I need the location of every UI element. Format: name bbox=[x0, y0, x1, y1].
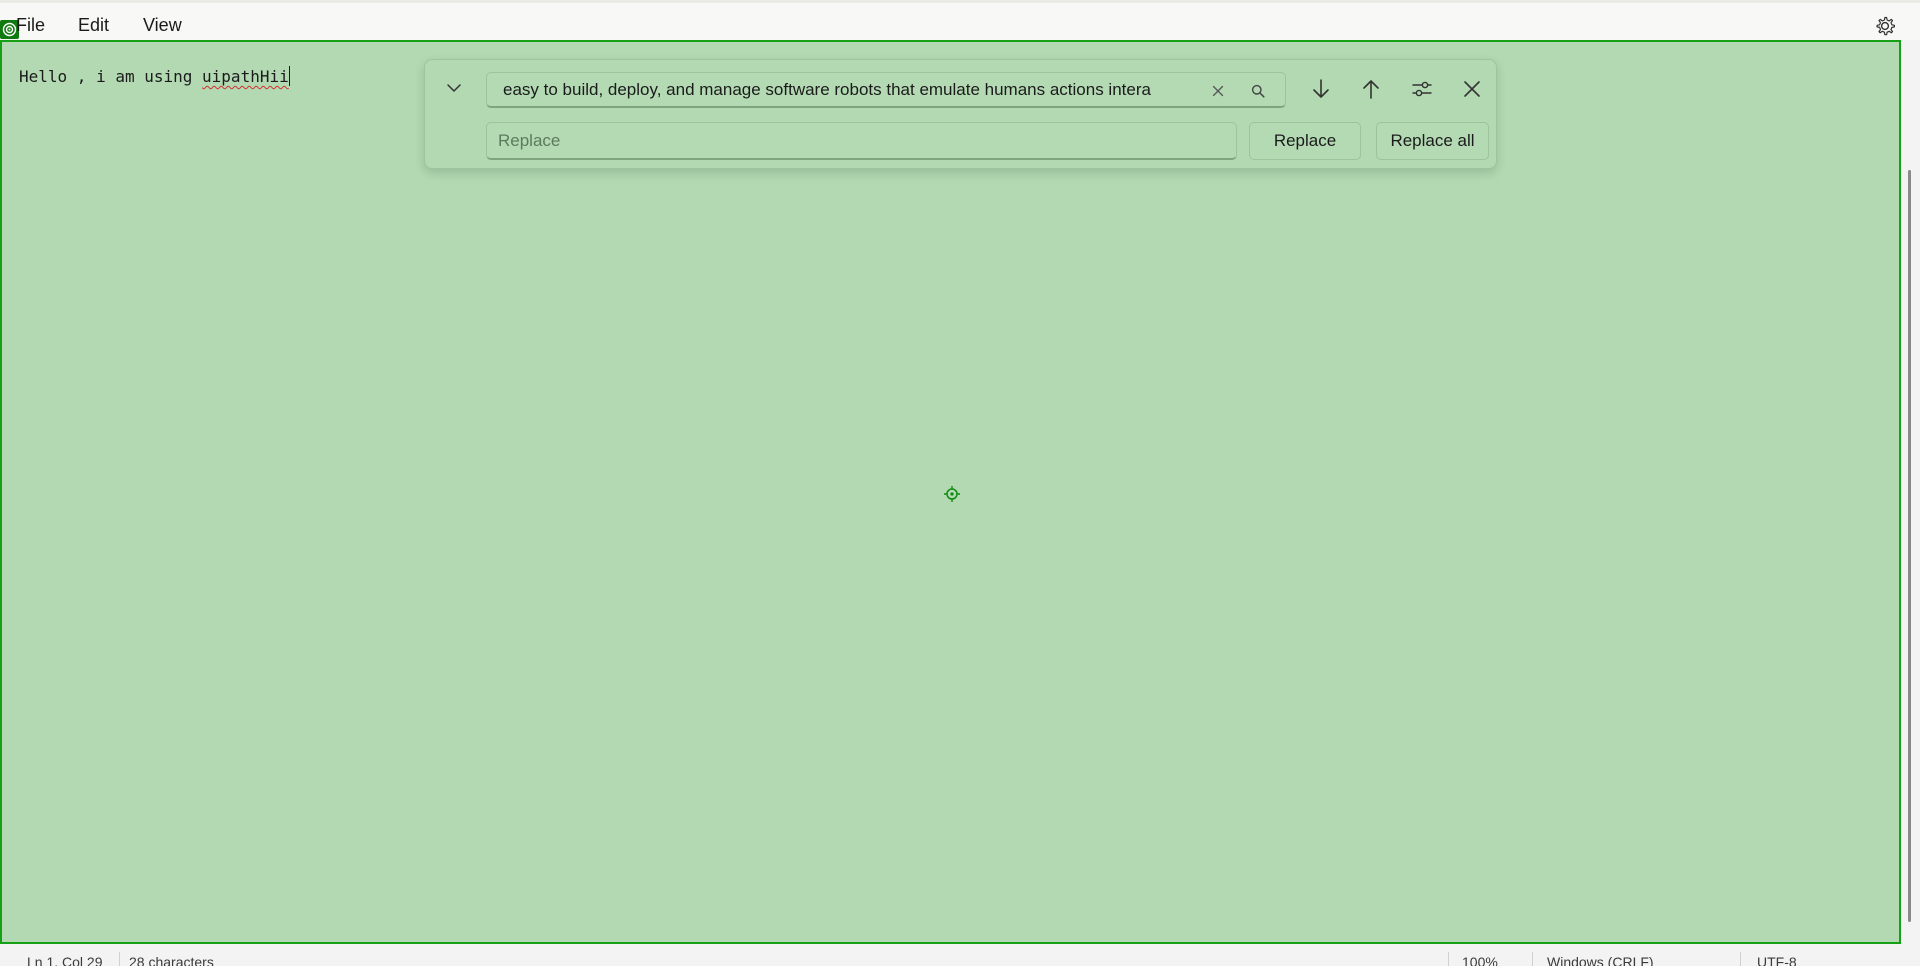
menu-edit[interactable]: Edit bbox=[78, 15, 109, 36]
replace-button[interactable]: Replace bbox=[1249, 122, 1361, 160]
line-ending[interactable]: Windows (CRLF) bbox=[1547, 954, 1654, 966]
status-divider bbox=[1448, 952, 1449, 966]
chevron-down-icon[interactable] bbox=[439, 73, 469, 103]
sliders-icon[interactable] bbox=[1405, 73, 1439, 105]
close-icon[interactable] bbox=[1208, 81, 1228, 101]
find-input[interactable]: easy to build, deploy, and manage softwa… bbox=[486, 72, 1286, 108]
status-bar: Ln 1, Col 29 28 characters 100% Windows … bbox=[0, 944, 1920, 966]
text-caret bbox=[288, 66, 290, 86]
replace-input[interactable]: Replace bbox=[486, 122, 1237, 160]
menu-bar: File Edit View bbox=[0, 3, 1920, 40]
arrow-up-icon[interactable] bbox=[1354, 73, 1388, 105]
vertical-scrollbar[interactable] bbox=[1908, 170, 1911, 922]
find-input-value: easy to build, deploy, and manage softwa… bbox=[503, 80, 1151, 99]
character-count: 28 characters bbox=[129, 954, 214, 966]
search-icon[interactable] bbox=[1248, 81, 1268, 101]
cursor-position: Ln 1, Col 29 bbox=[27, 954, 103, 966]
editor-text-prefix: Hello , i am using bbox=[19, 67, 203, 86]
status-divider bbox=[119, 952, 120, 966]
find-replace-panel: easy to build, deploy, and manage softwa… bbox=[424, 59, 1497, 169]
editor-content: Hello , i am using uipathHii bbox=[19, 66, 290, 86]
encoding[interactable]: UTF-8 bbox=[1757, 954, 1797, 966]
close-icon[interactable] bbox=[1455, 73, 1489, 105]
misspelled-word[interactable]: uipathHii bbox=[202, 67, 289, 86]
menu-file[interactable]: File bbox=[16, 15, 45, 36]
status-divider bbox=[1532, 952, 1533, 966]
replace-all-button[interactable]: Replace all bbox=[1376, 122, 1489, 160]
menu-view[interactable]: View bbox=[143, 15, 182, 36]
replace-input-placeholder: Replace bbox=[498, 131, 561, 150]
zoom-level[interactable]: 100% bbox=[1462, 954, 1498, 966]
gear-icon[interactable] bbox=[1874, 15, 1896, 37]
status-divider bbox=[1740, 952, 1741, 966]
crosshair-icon bbox=[944, 486, 960, 502]
arrow-down-icon[interactable] bbox=[1304, 73, 1338, 105]
